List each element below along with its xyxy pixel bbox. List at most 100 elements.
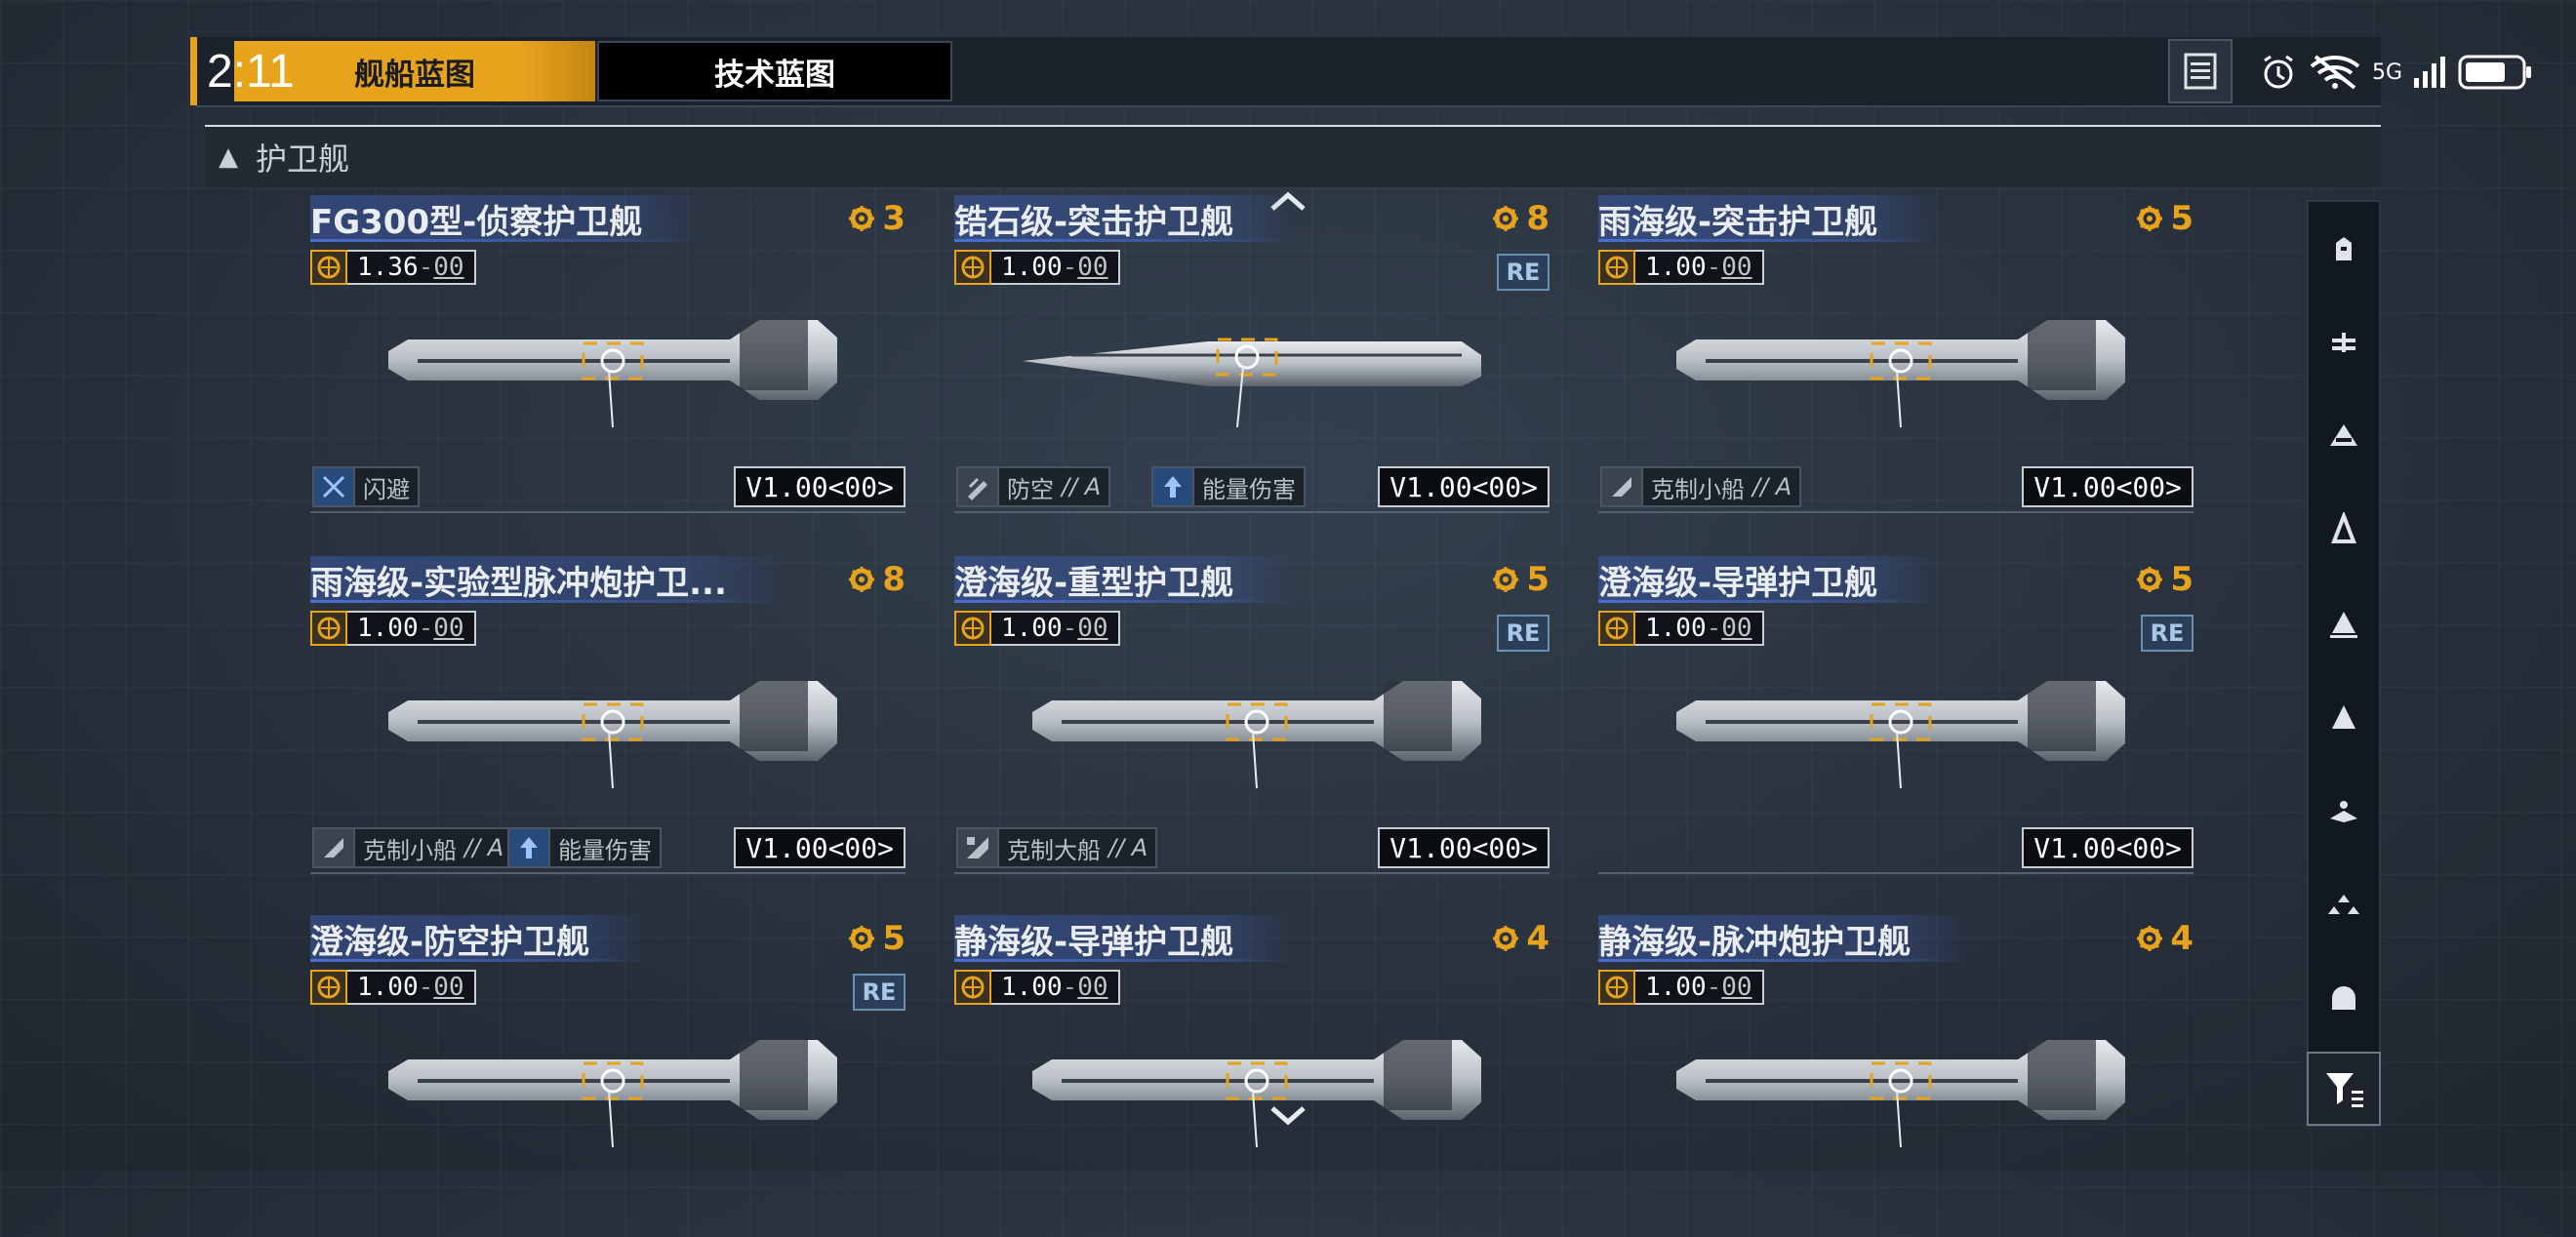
version-badge: V1.00<00> [1378, 827, 1550, 868]
version-value: 1.00-00 [991, 611, 1120, 646]
ship-card[interactable]: 澄海级-导弹护卫舰 5 1.00-00 RE V1.00<00> [1598, 556, 2194, 878]
name-stripe [310, 600, 785, 603]
list-view-button[interactable] [2168, 39, 2233, 103]
version-sub: 00 [433, 973, 464, 1002]
footer-line [310, 872, 906, 874]
cost-gear-icon [2137, 567, 2163, 592]
trait-tag[interactable]: 克制大船 // A [956, 827, 1158, 868]
section-label: 护卫舰 [256, 140, 350, 178]
blueprint-type-icon [310, 970, 347, 1005]
cost-gear-icon [1493, 206, 1519, 231]
trait-tag[interactable]: 能量伤害 [1151, 466, 1306, 507]
version-row: 1.00-00 [954, 250, 1120, 285]
corvette-icon[interactable] [2309, 670, 2379, 764]
carrier-icon[interactable] [2309, 202, 2379, 296]
version-number: 1.36 [357, 253, 419, 282]
ship-image [369, 283, 857, 429]
ship-card[interactable]: 澄海级-重型护卫舰 5 1.00-00 RE 克制大船 // A V1.00<0… [954, 556, 1550, 878]
name-stripe [954, 959, 1293, 962]
cost-gear-icon [2137, 206, 2163, 231]
battlecruiser-icon[interactable] [2309, 296, 2379, 389]
card-footer: 防空 // A 能量伤害 V1.00<00> [954, 466, 1550, 513]
version-separator: - [418, 253, 434, 282]
network-type: 5G [2372, 60, 2403, 85]
ship-image [1013, 1003, 1501, 1149]
version-separator: - [1706, 614, 1722, 643]
version-badge: V1.00<00> [734, 827, 906, 868]
cost-value: 5 [882, 919, 906, 958]
version-row: 1.00-00 [310, 970, 476, 1005]
ship-cost: 8 [1491, 199, 1550, 238]
ship-image [1013, 644, 1501, 790]
ship-image [1657, 644, 2145, 790]
cost-gear-icon [849, 567, 875, 592]
anti-air-icon [958, 468, 999, 505]
ship-name-text: 静海级-脉冲炮护卫舰 [1598, 922, 1912, 962]
system-status: 5G [2259, 43, 2533, 101]
blueprint-type-icon [1598, 611, 1635, 646]
energy-damage-icon [1153, 468, 1194, 505]
version-sub: 00 [1721, 253, 1752, 282]
signal-icon [2414, 57, 2446, 88]
version-value: 1.00-00 [1635, 970, 1764, 1005]
frigate-icon[interactable] [2309, 577, 2379, 670]
version-number: 1.00 [1645, 614, 1707, 643]
trait-label: 克制大船 [1007, 836, 1101, 864]
ship-name: 澄海级-重型护卫舰 [954, 556, 1293, 603]
ship-name-text: 雨海级-突击护卫舰 [1598, 202, 1878, 242]
ship-card[interactable]: 澄海级-防空护卫舰 5 1.00-00 RE [310, 915, 906, 1237]
trait-tag[interactable]: 克制小船 // A [312, 827, 514, 868]
trait-tag[interactable]: 防空 // A [956, 466, 1111, 507]
version-row: 1.00-00 [954, 970, 1120, 1005]
trait-tag[interactable]: 能量伤害 [507, 827, 662, 868]
footer-line [1598, 511, 2194, 513]
name-stripe [1598, 600, 1937, 603]
version-separator: - [418, 973, 434, 1002]
destroyer-icon[interactable] [2309, 483, 2379, 577]
blueprint-type-icon [1598, 250, 1635, 285]
ship-cost: 3 [847, 199, 906, 238]
trait-tag[interactable]: 闪避 [312, 466, 420, 507]
version-value: 1.00-00 [991, 250, 1120, 285]
squadron-icon[interactable] [2309, 858, 2379, 951]
ship-name: FG300型-侦察护卫舰 [310, 195, 702, 242]
cost-value: 4 [2170, 919, 2194, 958]
ship-cost: 5 [2135, 560, 2194, 599]
footer-line [310, 511, 906, 513]
blueprint-type-icon [310, 250, 347, 285]
ship-card[interactable]: FG300型-侦察护卫舰 3 1.36-00 闪避 V1.00<00> [310, 195, 906, 517]
version-badge: V1.00<00> [734, 466, 906, 507]
fighter-icon[interactable] [2309, 764, 2379, 858]
ship-image [369, 644, 857, 790]
tab-tech-blueprint[interactable]: 技术蓝图 [597, 41, 952, 101]
version-separator: - [1706, 253, 1722, 282]
cruiser-icon[interactable] [2309, 389, 2379, 483]
cost-value: 5 [1526, 560, 1550, 599]
cost-value: 3 [882, 199, 906, 238]
re-badge: RE [853, 974, 906, 1011]
trait-label: 克制小船 [1651, 475, 1745, 503]
ship-name: 静海级-导弹护卫舰 [954, 915, 1293, 962]
version-value: 1.00-00 [347, 970, 476, 1005]
battery-icon [2458, 55, 2532, 90]
blueprint-type-icon [310, 611, 347, 646]
ship-name: 澄海级-防空护卫舰 [310, 915, 649, 962]
section-header-frigate[interactable]: ▲ 护卫舰 [205, 125, 2381, 187]
ship-card[interactable]: 雨海级-实验型脉冲炮护卫... 8 1.00-00 克制小船 // A 能量伤害… [310, 556, 906, 878]
ship-card[interactable]: 静海级-脉冲炮护卫舰 4 1.00-00 [1598, 915, 2194, 1237]
trait-tag[interactable]: 克制小船 // A [1600, 466, 1802, 507]
card-footer: 克制小船 // A 能量伤害 V1.00<00> [310, 827, 906, 874]
ship-name-text: 雨海级-实验型脉冲炮护卫... [310, 563, 727, 603]
ship-card[interactable]: 锆石级-突击护卫舰 8 1.00-00 RE 防空 // A 能量伤害 V1.0… [954, 195, 1550, 517]
version-row: 1.00-00 [1598, 970, 1764, 1005]
version-number: 1.00 [1645, 973, 1707, 1002]
name-stripe [310, 239, 702, 242]
ship-card[interactable]: 雨海级-突击护卫舰 5 1.00-00 克制小船 // A V1.00<00> [1598, 195, 2194, 517]
aux-icon[interactable] [2309, 951, 2379, 1045]
cost-gear-icon [1493, 926, 1519, 951]
blueprint-type-icon [954, 970, 991, 1005]
wifi-off-icon [2310, 55, 2360, 90]
filter-button[interactable] [2307, 1052, 2381, 1126]
ship-card[interactable]: 静海级-导弹护卫舰 4 1.00-00 [954, 915, 1550, 1237]
trait-grade: // A [464, 834, 504, 861]
